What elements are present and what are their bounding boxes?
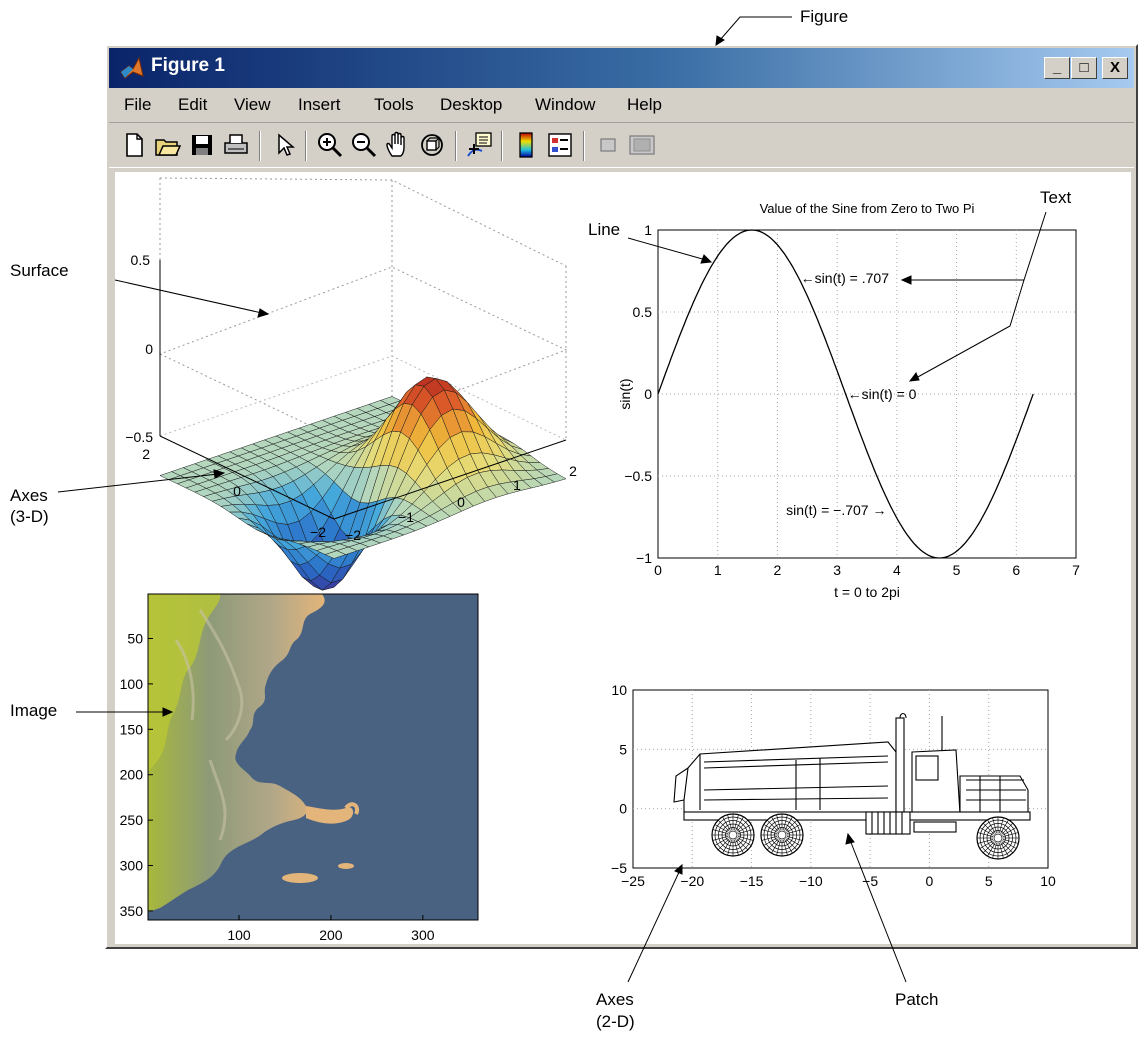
x-tick-label: 10 <box>1040 873 1056 889</box>
x-tick-label: 0 <box>457 494 465 510</box>
x-tick-label: −2 <box>345 527 361 543</box>
y-tick-label: 50 <box>127 630 143 646</box>
sine-xlabel: t = 0 to 2pi <box>834 584 900 600</box>
sine-ylabel: sin(t) <box>617 378 633 409</box>
y-tick-label: 300 <box>120 858 144 874</box>
y-tick-label: 250 <box>120 812 144 828</box>
x-tick-label: 1 <box>714 562 722 578</box>
axes-image[interactable]: 100 200 300 50 100 150 200 250 300 350 <box>120 593 479 943</box>
y-tick-label: 0 <box>233 483 241 499</box>
x-tick-label: −15 <box>740 873 764 889</box>
x-tick-label: 6 <box>1012 562 1020 578</box>
annotation-axes-3d: Axes <box>10 486 48 505</box>
annotation-figure: Figure <box>800 7 849 26</box>
y-tick-label: 2 <box>142 446 150 462</box>
y-tick-label: 5 <box>619 741 627 757</box>
sine-text-label: ←sin(t) = .707 <box>801 270 890 286</box>
y-tick-label: −1 <box>636 550 652 566</box>
y-tick-label: −5 <box>611 860 627 876</box>
x-tick-label: 200 <box>319 927 343 943</box>
truck-wheel <box>976 816 1020 860</box>
x-tick-label: −10 <box>799 873 823 889</box>
plot-layer: 0.5 0 −0.5 2 0 −2 −2 −1 0 1 2 0 1 2 3 4 5 6 710… <box>57 16 1080 983</box>
sine-text-label: ←sin(t) = 0 <box>848 386 917 402</box>
x-tick-label: 2 <box>774 562 782 578</box>
x-tick-label: 300 <box>411 927 435 943</box>
annotation-text: Text <box>1040 188 1072 207</box>
y-tick-label: 150 <box>120 721 144 737</box>
y-tick-label: 200 <box>120 767 144 783</box>
x-tick-label: −20 <box>680 873 704 889</box>
x-tick-label: 0 <box>654 562 662 578</box>
sine-text-label: sin(t) = −.707 → <box>786 502 886 518</box>
annotation-line: Line <box>588 220 621 239</box>
x-tick-label: −1 <box>398 509 414 525</box>
z-tick-label: 0 <box>145 341 153 357</box>
y-tick-label: 100 <box>120 676 144 692</box>
annotation-image: Image <box>10 701 58 720</box>
annotation-axes-2d: Axes <box>596 990 634 1009</box>
y-tick-label: −2 <box>310 524 326 540</box>
image-island <box>338 863 354 869</box>
truck-wheel <box>760 813 804 857</box>
y-tick-label: 350 <box>120 903 144 919</box>
annotation-axes-2d-sub: (2-D) <box>596 1012 635 1031</box>
y-tick-label: −0.5 <box>624 468 652 484</box>
axes-3d[interactable]: 0.5 0 −0.5 2 0 −2 −2 −1 0 1 2 <box>125 177 577 591</box>
axes-2d-patch[interactable]: −25 −20 −15 −10 −5 0 5 101050−5 <box>611 682 1056 889</box>
z-tick-label: 0.5 <box>131 252 151 268</box>
x-tick-label: 1 <box>513 477 521 493</box>
x-tick-label: 7 <box>1072 562 1080 578</box>
z-tick-label: −0.5 <box>125 429 153 445</box>
x-tick-label: 100 <box>227 927 251 943</box>
y-tick-label: 10 <box>611 682 627 698</box>
truck-wheel <box>711 813 755 857</box>
y-tick-label: 0.5 <box>633 304 653 320</box>
y-tick-label: 1 <box>644 222 652 238</box>
y-tick-label: 0 <box>619 801 627 817</box>
x-tick-label: 2 <box>569 463 577 479</box>
surface-mesh[interactable] <box>159 376 567 591</box>
x-tick-label: 3 <box>833 562 841 578</box>
annotation-patch: Patch <box>895 990 939 1009</box>
axes-2d-sine[interactable]: 0 1 2 3 4 5 6 7 1 0.5 0 −0.5 −1 ←sin(t) = .707 ←sin(t… <box>617 201 1080 600</box>
x-tick-label: 5 <box>953 562 961 578</box>
x-tick-label: 5 <box>985 873 993 889</box>
image-island <box>282 873 318 883</box>
annotation-axes-3d-sub: (3-D) <box>10 507 49 526</box>
x-tick-label: −5 <box>862 873 878 889</box>
x-tick-label: 4 <box>893 562 901 578</box>
y-tick-label: 0 <box>644 386 652 402</box>
x-tick-label: 0 <box>926 873 934 889</box>
axes-3d-top-edge <box>159 177 567 267</box>
sine-title: Value of the Sine from Zero to Two Pi <box>760 201 975 216</box>
annotation-surface: Surface <box>10 261 69 280</box>
